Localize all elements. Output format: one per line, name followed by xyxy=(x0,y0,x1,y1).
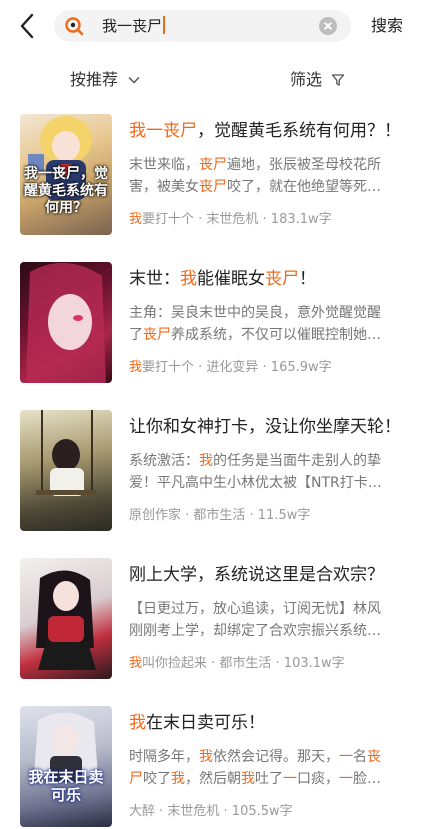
search-icon xyxy=(65,17,84,36)
book-meta: 大醉 · 末世危机 · 105.5w字 xyxy=(129,804,293,819)
sort-dropdown[interactable]: 按推荐 xyxy=(70,66,141,90)
search-input[interactable]: 我一丧尸 xyxy=(102,16,166,36)
list-item[interactable]: 我在末日卖可乐 我在末日卖可乐！ 时隔多年，我依然会记得。那天，一名丧 尸咬了我… xyxy=(0,702,421,827)
book-cover: 我一丧尸，觉醒黄毛系统有何用？ xyxy=(20,114,112,235)
book-title: 末世：我能催眠女丧尸！ xyxy=(129,269,316,289)
search-button[interactable]: 搜索 xyxy=(371,16,403,36)
book-cover xyxy=(20,410,112,531)
chevron-down-icon xyxy=(128,76,140,84)
book-description: 主角：吴良末世中的吴良，意外觉醒觉醒 了丧尸养成系统，不仅可以催眠控制她… xyxy=(129,305,381,343)
cover-text: 我一丧尸，觉醒黄毛系统有何用？ xyxy=(24,166,108,216)
book-cover xyxy=(20,558,112,679)
filter-label: 筛选 xyxy=(290,70,323,89)
book-description: 末世来临，丧尸遍地，张辰被圣母校花所 害，被美女丧尸咬了，就在他绝望等死… xyxy=(129,157,381,195)
list-item[interactable]: 我一丧尸，觉醒黄毛系统有何用？ 我一丧尸，觉醒黄毛系统有何用？！ 末世来临，丧尸… xyxy=(0,110,421,235)
cover-text: 我在末日卖可乐 xyxy=(28,768,104,804)
text-caret xyxy=(163,16,166,34)
back-arrow-icon[interactable] xyxy=(12,10,44,42)
book-cover xyxy=(20,262,112,383)
clear-icon[interactable] xyxy=(319,17,337,35)
sort-label: 按推荐 xyxy=(70,70,119,89)
book-meta: 我要打十个 · 进化变异 · 165.9w字 xyxy=(129,360,332,375)
top-bar: 我一丧尸 搜索 xyxy=(0,0,421,52)
book-cover: 我在末日卖可乐 xyxy=(20,706,112,827)
list-item[interactable]: 让你和女神打卡，没让你坐摩天轮！ 系统激活：我的任务是当面牛走别人的挚 爱！平凡… xyxy=(0,406,421,531)
list-item[interactable]: 末世：我能催眠女丧尸！ 主角：吴良末世中的吴良，意外觉醒觉醒 了丧尸养成系统，不… xyxy=(0,258,421,383)
book-title: 刚上大学，系统说这里是合欢宗？ xyxy=(129,565,384,585)
book-title: 我一丧尸，觉醒黄毛系统有何用？！ xyxy=(129,121,401,141)
filter-bar: 按推荐 筛选 xyxy=(0,60,421,92)
book-meta: 原创作家 · 都市生活 · 11.5w字 xyxy=(129,508,311,523)
filter-button[interactable]: 筛选 xyxy=(290,66,345,90)
book-meta: 我叫你捡起来 · 都市生活 · 103.1w字 xyxy=(129,656,345,671)
book-description: 【日更过万，放心追读，订阅无忧】林风 刚刚考上学，却绑定了合欢宗振兴系统… xyxy=(129,601,381,639)
search-box[interactable]: 我一丧尸 xyxy=(54,10,351,42)
book-title: 我在末日卖可乐！ xyxy=(129,713,265,733)
book-description: 时隔多年，我依然会记得。那天，一名丧 尸咬了我，然后朝我吐了一口痰，一脸… xyxy=(129,749,381,787)
list-item[interactable]: 刚上大学，系统说这里是合欢宗？ 【日更过万，放心追读，订阅无忧】林风 刚刚考上学… xyxy=(0,554,421,679)
funnel-icon xyxy=(331,74,345,86)
book-meta: 我要打十个 · 末世危机 · 183.1w字 xyxy=(129,212,332,227)
book-title: 让你和女神打卡，没让你坐摩天轮！ xyxy=(129,417,401,437)
book-description: 系统激活：我的任务是当面牛走别人的挚 爱！平凡高中生小林优太被【NTR打卡… xyxy=(129,453,382,491)
